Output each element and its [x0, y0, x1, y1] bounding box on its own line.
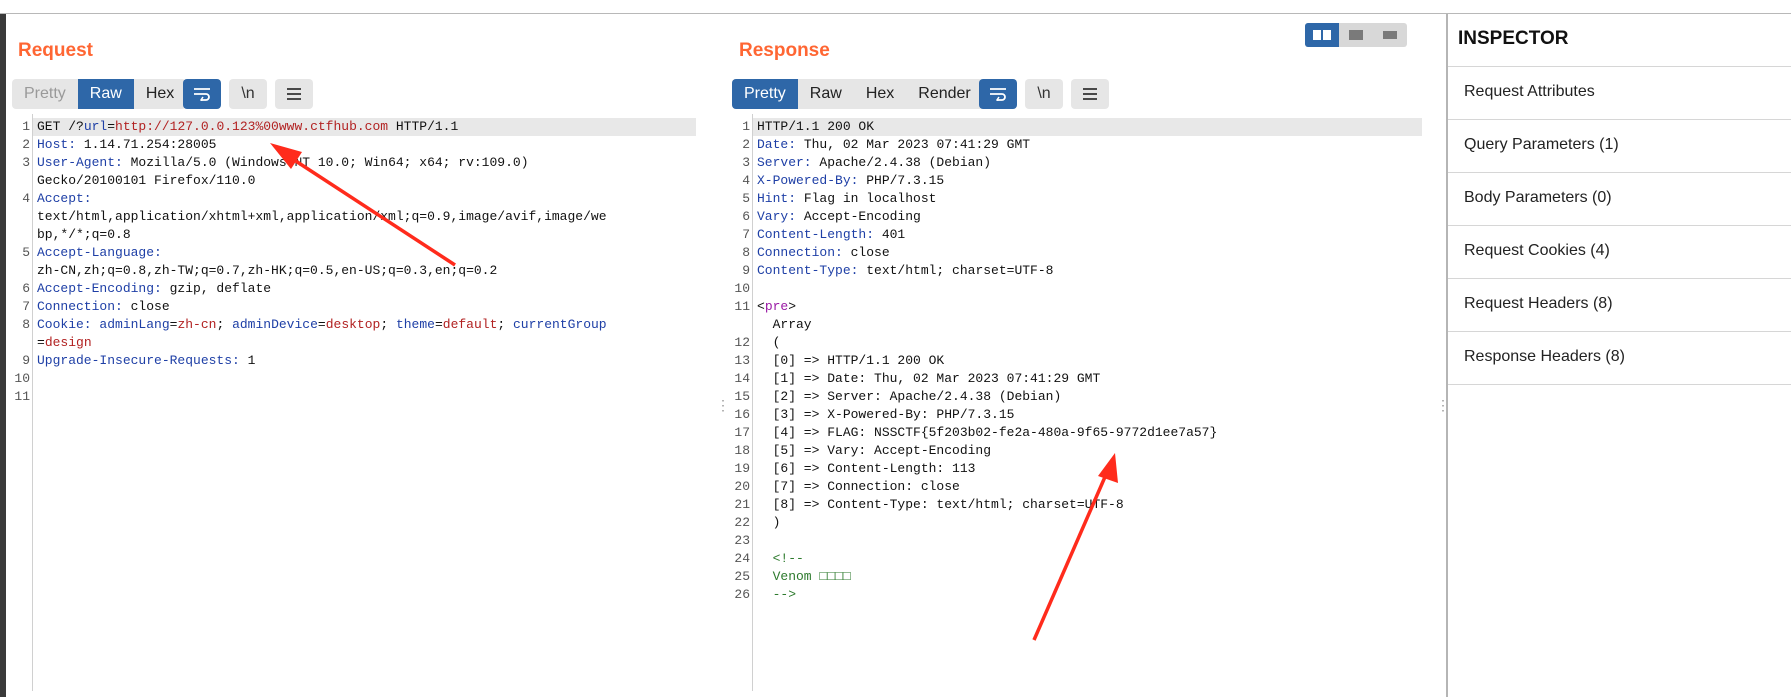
annotation-arrows	[270, 143, 1118, 641]
annotation-arrow-head	[1098, 453, 1118, 483]
annotation-arrow-line	[284, 152, 456, 267]
annotation-arrow-head	[270, 143, 302, 169]
annotation-arrow-line	[1032, 469, 1110, 641]
